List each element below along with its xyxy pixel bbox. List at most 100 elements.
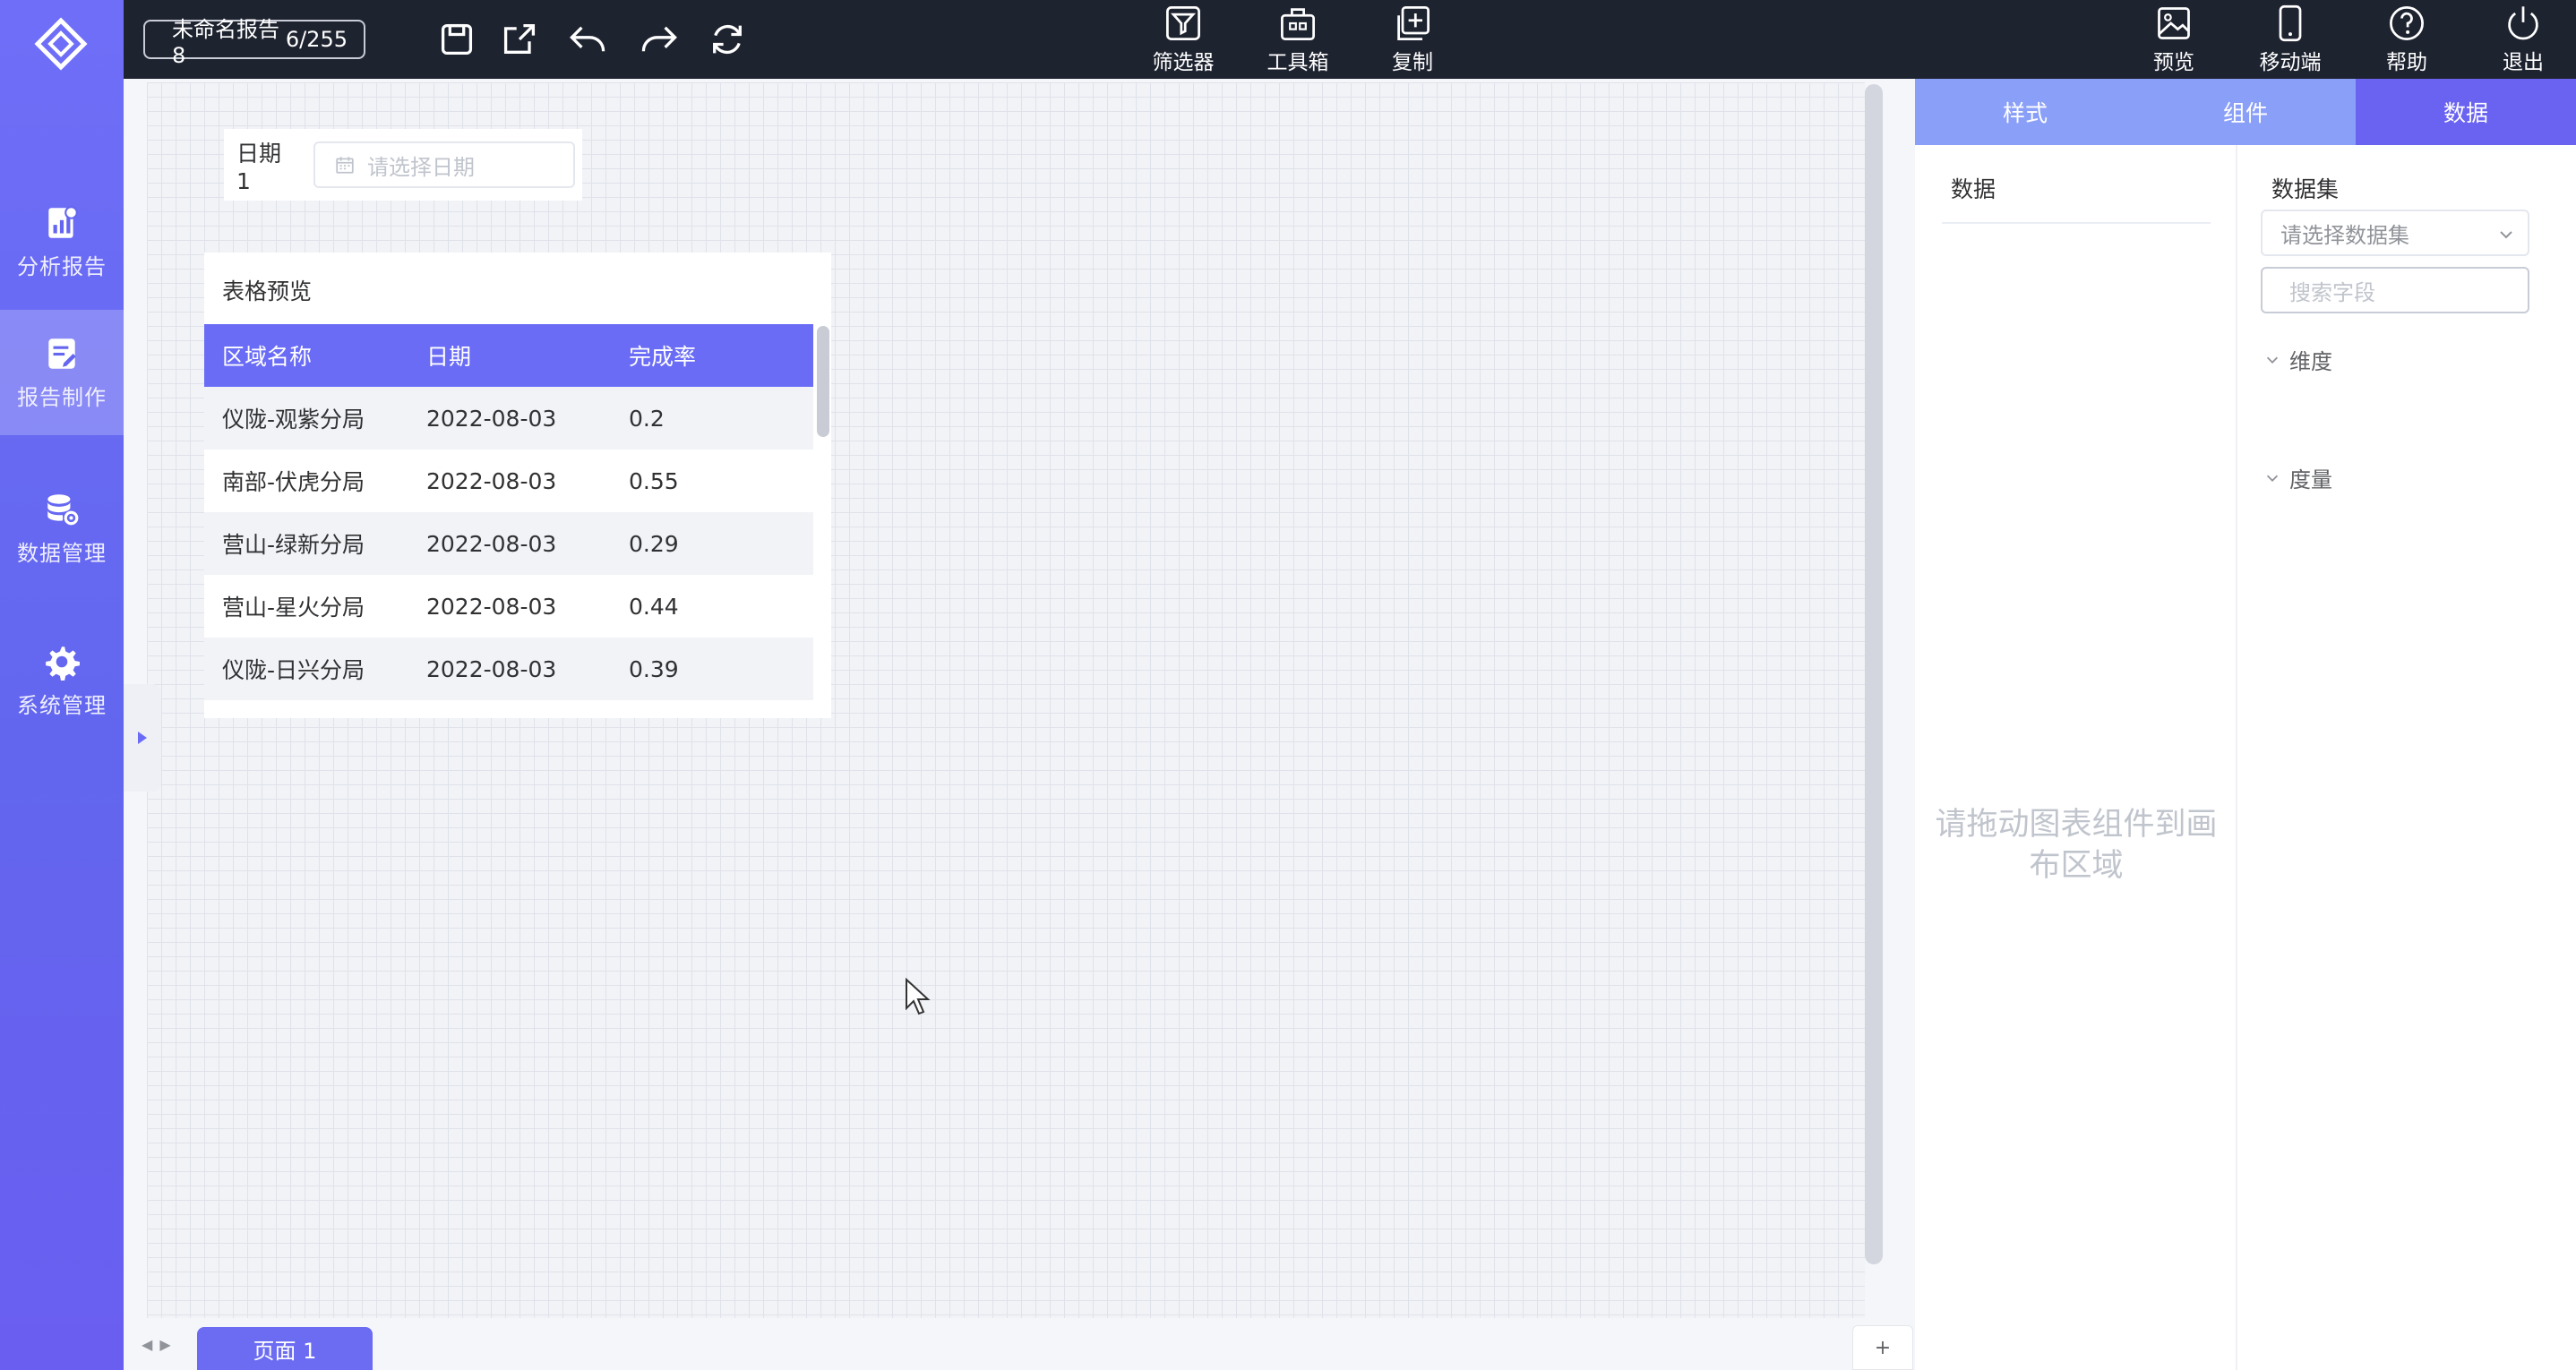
- mobile-button[interactable]: 移动端: [2241, 0, 2340, 79]
- mouse-cursor-icon: [906, 978, 931, 1015]
- expand-sidebar-toggle[interactable]: [124, 684, 161, 792]
- page-scroll-arrows[interactable]: ◀▶: [142, 1336, 178, 1353]
- copy-tool[interactable]: 复制: [1363, 0, 1462, 79]
- refresh-button[interactable]: [706, 18, 749, 61]
- dataset-column-title: 数据集: [2271, 176, 2340, 202]
- table-scrollbar[interactable]: [817, 326, 829, 437]
- date-filter-widget[interactable]: 日期1 请选择日期: [224, 129, 582, 201]
- app-logo-icon[interactable]: [29, 14, 93, 73]
- export-button[interactable]: [498, 18, 541, 61]
- table-cell: 南部-伏虎分局: [222, 469, 365, 495]
- add-page-button[interactable]: +: [1852, 1325, 1913, 1370]
- chevron-down-icon: [2500, 231, 2512, 239]
- table-cell: 2022-08-03: [426, 530, 557, 557]
- column-header[interactable]: 日期: [426, 339, 471, 372]
- dataset-select[interactable]: 请选择数据集: [2261, 210, 2529, 256]
- data-column-title: 数据: [1951, 176, 1996, 202]
- table-body: 仪陇-观紫分局 2022-08-03 0.2 南部-伏虎分局 2022-08-0…: [204, 387, 813, 700]
- table-row[interactable]: 仪陇-日兴分局 2022-08-03 0.39: [204, 638, 813, 700]
- help-label: 帮助: [2386, 51, 2427, 74]
- data-column: 数据 请拖动图表组件到画布区域: [1915, 145, 2237, 1370]
- power-icon: [2508, 6, 2538, 40]
- sidebar-item-data-management[interactable]: 数据管理: [0, 466, 124, 591]
- toolbox-tool-label: 工具箱: [1267, 51, 1329, 74]
- table-header: 区域名称 日期 完成率: [204, 324, 813, 387]
- table-cell: 仪陇-观紫分局: [222, 407, 365, 432]
- measure-group[interactable]: 度量: [2264, 462, 2332, 493]
- chart-doc-icon: [48, 205, 78, 238]
- page-tab[interactable]: 页面 1: [197, 1327, 373, 1370]
- table-cell: 仪陇-日兴分局: [222, 657, 365, 683]
- mobile-label: 移动端: [2259, 51, 2322, 74]
- save-icon: [441, 23, 473, 56]
- dataset-column: 数据集 请选择数据集 搜索字段 维度 度量: [2239, 145, 2576, 1370]
- canvas-scrollbar[interactable]: [1865, 84, 1883, 1264]
- calendar-icon: [336, 157, 354, 174]
- sidebar-item-label: 报告制作: [17, 384, 107, 410]
- sidebar-item-report-making[interactable]: 报告制作: [0, 310, 124, 435]
- field-search-placeholder: 搜索字段: [2289, 279, 2375, 305]
- report-name-field[interactable]: 未命名报告8 6/255: [143, 17, 365, 68]
- chevron-down-icon: [2266, 475, 2279, 482]
- field-search-input[interactable]: 搜索字段: [2261, 267, 2529, 313]
- table-cell: 0.39: [629, 655, 679, 682]
- redo-button[interactable]: [638, 18, 681, 61]
- database-gear-icon: [47, 493, 79, 525]
- logout-button[interactable]: 退出: [2474, 0, 2572, 79]
- filter-tool[interactable]: 筛选器: [1134, 0, 1232, 79]
- sidebar-item-analysis-report[interactable]: 分析报告: [0, 179, 124, 304]
- measure-label: 度量: [2289, 467, 2332, 492]
- undo-button[interactable]: [566, 18, 609, 61]
- table-cell: 2022-08-03: [426, 405, 557, 432]
- dimension-group[interactable]: 维度: [2264, 344, 2332, 375]
- dimension-label: 维度: [2289, 349, 2332, 374]
- tab-component[interactable]: 组件: [2135, 79, 2356, 145]
- column-header[interactable]: 完成率: [629, 339, 696, 372]
- sidebar-item-system-management[interactable]: 系统管理: [0, 618, 124, 743]
- date-picker-input[interactable]: 请选择日期: [313, 141, 575, 188]
- toolbox-tool[interactable]: 工具箱: [1249, 0, 1347, 79]
- table-row[interactable]: 营山-绿新分局 2022-08-03 0.29: [204, 512, 813, 575]
- sidebar-item-label: 数据管理: [17, 540, 107, 566]
- table-row[interactable]: 营山-星火分局 2022-08-03 0.44: [204, 575, 813, 638]
- divider: [1942, 222, 2211, 224]
- table-row[interactable]: 南部-伏虎分局 2022-08-03 0.55: [204, 450, 813, 512]
- table-cell: 2022-08-03: [426, 655, 557, 682]
- dataset-select-placeholder: 请选择数据集: [2280, 222, 2409, 248]
- tab-style[interactable]: 样式: [1915, 79, 2135, 145]
- char-counter: 6/255: [285, 27, 348, 52]
- properties-panel: 样式 组件 数据 数据 请拖动图表组件到画布区域 数据集 请选择数据集 搜索字段…: [1915, 79, 2576, 1370]
- table-cell: 0.2: [629, 405, 665, 432]
- panel-tabs: 样式 组件 数据: [1915, 79, 2576, 145]
- table-preview-widget[interactable]: 表格预览 区域名称 日期 完成率 仪陇-观紫分局 2022-08-03 0.2 …: [204, 253, 831, 718]
- copy-tool-label: 复制: [1392, 51, 1433, 74]
- column-header[interactable]: 区域名称: [222, 339, 312, 372]
- logout-label: 退出: [2503, 51, 2544, 74]
- table-cell: 营山-绿新分局: [222, 532, 365, 558]
- preview-image-icon: [2158, 7, 2190, 39]
- report-name: 未命名报告8: [172, 16, 279, 68]
- gear-icon: [46, 646, 80, 681]
- table-cell: 2022-08-03: [426, 593, 557, 620]
- table-cell: 2022-08-03: [426, 467, 557, 494]
- chevron-down-icon: [2266, 356, 2279, 364]
- undo-icon: [570, 26, 605, 52]
- table-cell: 0.55: [629, 467, 679, 494]
- table-cell: 0.29: [629, 530, 679, 557]
- edit-doc-icon: [48, 338, 76, 369]
- help-icon: [2390, 6, 2424, 40]
- export-icon: [503, 23, 536, 54]
- arrow-right-icon[interactable]: ▶: [159, 1336, 177, 1353]
- date-picker-placeholder: 请选择日期: [367, 154, 475, 180]
- redo-icon: [641, 26, 677, 52]
- help-button[interactable]: 帮助: [2357, 0, 2456, 79]
- page-tabs-bar: ◀▶ 页面 1 +: [124, 1316, 1915, 1370]
- top-toolbar: 未命名报告8 6/255 筛选器 工具箱 复制 预览 移动端 帮助 退出: [124, 0, 2576, 79]
- tab-data[interactable]: 数据: [2356, 79, 2576, 145]
- table-row[interactable]: 仪陇-观紫分局 2022-08-03 0.2: [204, 387, 813, 450]
- save-button[interactable]: [435, 18, 478, 61]
- drag-hint: 请拖动图表组件到画布区域: [1935, 807, 2218, 884]
- caret-right-icon: [138, 732, 147, 744]
- preview-button[interactable]: 预览: [2125, 0, 2223, 79]
- arrow-left-icon[interactable]: ◀: [142, 1336, 159, 1353]
